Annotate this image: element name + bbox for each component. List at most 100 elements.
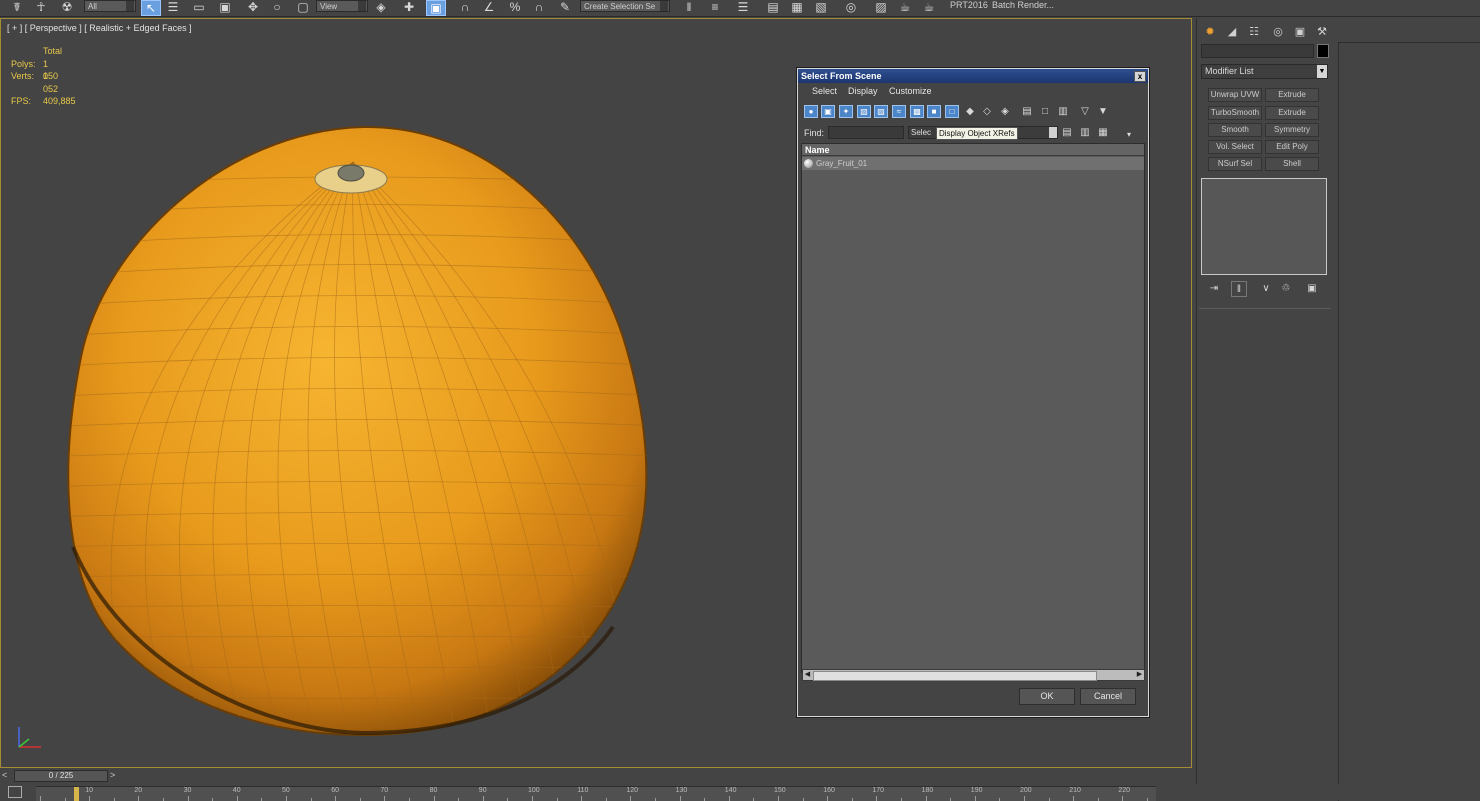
next-frame-icon[interactable]: >: [110, 770, 120, 782]
time-slider-bar[interactable]: 0 / 225: [14, 770, 108, 782]
batch-render-label[interactable]: Batch Render...: [992, 0, 1054, 10]
percent-snap-icon[interactable]: %: [506, 0, 524, 14]
pivot-center-icon[interactable]: ◈: [372, 0, 390, 14]
pin-stack-icon[interactable]: ⇥: [1207, 281, 1221, 295]
display-cameras-icon[interactable]: ▧: [857, 105, 871, 118]
cancel-button[interactable]: Cancel: [1080, 688, 1136, 705]
display-containers-icon[interactable]: ◆: [963, 105, 977, 118]
chevron-down-icon[interactable]: ▾: [1122, 128, 1136, 141]
fruit-mesh-object[interactable]: [63, 107, 663, 737]
display-geometry-icon[interactable]: ●: [804, 105, 818, 118]
display-groups-icon[interactable]: ▩: [910, 105, 924, 118]
select-object-icon[interactable]: ↖: [141, 0, 161, 16]
remove-modifier-icon[interactable]: ♲: [1279, 281, 1293, 295]
make-unique-icon[interactable]: ∨: [1259, 281, 1273, 295]
find-input[interactable]: [828, 126, 904, 139]
select-manipulate-icon[interactable]: ✚: [400, 0, 418, 14]
utilities-tab-icon[interactable]: ⚒: [1315, 24, 1329, 38]
dialog-titlebar[interactable]: Select From Scene x: [798, 69, 1148, 83]
turbosmooth-button[interactable]: TurboSmooth: [1208, 106, 1262, 120]
select-by-name-icon[interactable]: ☰: [164, 0, 182, 14]
unwrap-uvw-button[interactable]: Unwrap UVW: [1208, 88, 1262, 102]
menu-customize[interactable]: Customize: [889, 86, 932, 96]
keyboard-shortcut-override-icon[interactable]: ▣: [426, 0, 446, 16]
schematic-view-icon[interactable]: ▧: [812, 0, 830, 14]
display-object-xrefs-icon[interactable]: □: [945, 105, 959, 118]
select-all-icon[interactable]: ▤: [1020, 105, 1034, 118]
modifier-list-dropdown[interactable]: Modifier List ▼: [1201, 64, 1328, 79]
name-column-header[interactable]: Name: [802, 144, 1144, 156]
render-production-icon[interactable]: ☕: [920, 0, 938, 14]
horizontal-scrollbar[interactable]: ◀ ▶: [802, 669, 1145, 681]
render-frame-window-icon[interactable]: ☕: [896, 0, 914, 14]
menu-select[interactable]: Select: [812, 86, 837, 96]
select-invert-icon[interactable]: ▥: [1056, 105, 1070, 118]
previous-frame-icon[interactable]: <: [2, 770, 12, 782]
display-tab-icon[interactable]: ▣: [1293, 24, 1307, 38]
material-editor-icon[interactable]: ◎: [842, 0, 860, 14]
spinner-snap-icon[interactable]: ∩: [530, 0, 548, 14]
viewport-label[interactable]: [ + ] [ Perspective ] [ Realistic + Edge…: [7, 23, 192, 33]
scrollbar-thumb[interactable]: [813, 671, 1097, 681]
move-icon[interactable]: ✥: [244, 0, 262, 14]
unlink-icon[interactable]: ☥: [32, 0, 50, 14]
mini-curve-editor-icon[interactable]: [8, 786, 22, 798]
modifier-stack[interactable]: [1201, 178, 1327, 275]
filter-settings-icon[interactable]: ▼: [1096, 105, 1110, 118]
graphite-tools-icon[interactable]: ▤: [764, 0, 782, 14]
scale-icon[interactable]: ▢: [294, 0, 312, 14]
vol-select-button[interactable]: Vol. Select: [1208, 140, 1262, 154]
curve-editor-icon[interactable]: ▦: [788, 0, 806, 14]
ok-button[interactable]: OK: [1019, 688, 1075, 705]
filter-icon[interactable]: ▽: [1078, 105, 1092, 118]
prt-label[interactable]: PRT2016: [950, 0, 988, 10]
mirror-icon[interactable]: ‖: [680, 0, 698, 14]
smooth-button[interactable]: Smooth: [1208, 123, 1262, 137]
motion-tab-icon[interactable]: ◎: [1271, 24, 1285, 38]
scroll-left-icon[interactable]: ◀: [803, 670, 812, 680]
new-selection-set-icon[interactable]: ▤: [1060, 126, 1074, 139]
window-crossing-icon[interactable]: ▣: [216, 0, 234, 14]
hierarchy-tab-icon[interactable]: ☷: [1247, 24, 1261, 38]
snap-toggle-icon[interactable]: ∩: [456, 0, 474, 14]
symmetry-button[interactable]: Symmetry: [1265, 123, 1319, 137]
object-color-swatch[interactable]: [1317, 44, 1329, 58]
remove-from-selection-set-icon[interactable]: ▦: [1096, 126, 1110, 139]
playhead[interactable]: [74, 787, 79, 801]
rectangular-selection-icon[interactable]: ▭: [190, 0, 208, 14]
display-helpers-icon[interactable]: ▨: [874, 105, 888, 118]
display-hidden-icon[interactable]: ◈: [998, 105, 1012, 118]
display-shapes-icon[interactable]: ▣: [821, 105, 835, 118]
rotate-icon[interactable]: ○: [268, 0, 286, 14]
selection-filter-dropdown[interactable]: All: [84, 0, 136, 12]
link-icon[interactable]: ☤: [8, 0, 26, 14]
display-frozen-icon[interactable]: ◇: [980, 105, 994, 118]
nsurf-sel-button[interactable]: NSurf Sel: [1208, 157, 1262, 171]
add-to-selection-set-icon[interactable]: ▥: [1078, 126, 1092, 139]
render-setup-icon[interactable]: ▨: [872, 0, 890, 14]
configure-modifier-sets-icon[interactable]: ▣: [1305, 281, 1319, 295]
extrude-button[interactable]: Extrude: [1265, 88, 1319, 102]
frame-ruler[interactable]: 10 20 30 40 50 60 70 80 90 100 110 120 130 140 150 160 1…: [36, 786, 1156, 801]
display-space-warps-icon[interactable]: ≈: [892, 105, 906, 118]
menu-display[interactable]: Display: [848, 86, 878, 96]
edit-poly-button[interactable]: Edit Poly: [1265, 140, 1319, 154]
list-item[interactable]: Gray_Fruit_01: [802, 157, 1144, 170]
scroll-right-icon[interactable]: ▶: [1135, 670, 1144, 680]
edit-named-selection-icon[interactable]: ✎: [556, 0, 574, 14]
shell-button[interactable]: Shell: [1265, 157, 1319, 171]
extrude-button-2[interactable]: Extrude: [1265, 106, 1319, 120]
layer-explorer-icon[interactable]: ☰: [734, 0, 752, 14]
display-lights-icon[interactable]: ✦: [839, 105, 853, 118]
create-tab-icon[interactable]: ✹: [1203, 24, 1217, 38]
angle-snap-icon[interactable]: ∠: [480, 0, 498, 14]
modify-tab-icon[interactable]: ◢: [1225, 24, 1239, 38]
display-bone-objects-icon[interactable]: ■: [927, 105, 941, 118]
named-selection-set-dropdown[interactable]: Create Selection Se: [580, 0, 670, 12]
select-none-icon[interactable]: □: [1038, 105, 1052, 118]
align-icon[interactable]: ≡: [706, 0, 724, 14]
close-icon[interactable]: x: [1134, 71, 1146, 82]
ref-coord-system-dropdown[interactable]: View: [316, 0, 368, 12]
show-end-result-icon[interactable]: ‖: [1231, 281, 1247, 297]
object-name-field[interactable]: [1201, 44, 1314, 58]
